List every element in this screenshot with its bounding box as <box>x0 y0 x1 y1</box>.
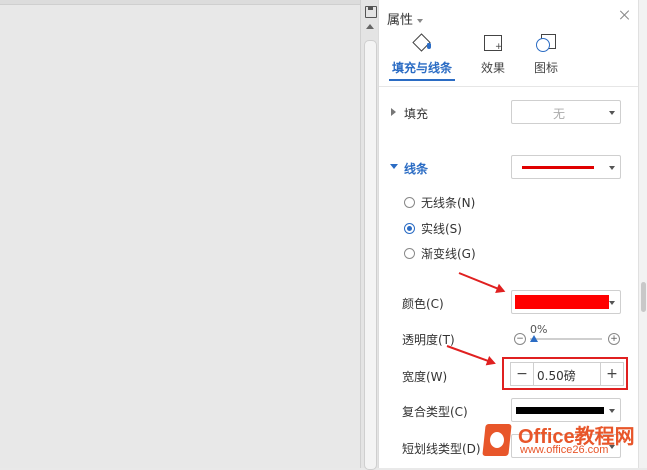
chevron-down-icon <box>609 111 615 115</box>
color-label: 颜色(C) <box>402 297 444 311</box>
tab-label: 效果 <box>480 61 505 75</box>
expand-right-icon[interactable] <box>391 108 396 116</box>
effect-icon: + <box>483 33 503 53</box>
chevron-down-icon <box>609 409 615 413</box>
color-dropdown[interactable] <box>511 290 621 314</box>
save-icon[interactable] <box>365 6 377 18</box>
watermark: Office教程网 www.office26.com <box>480 418 640 464</box>
annotation-arrow-icon <box>446 345 495 365</box>
fill-bucket-icon <box>412 33 431 53</box>
scroll-up-arrow-icon[interactable] <box>366 24 374 29</box>
radio-button[interactable] <box>404 223 415 234</box>
fill-value: 无 <box>552 107 565 121</box>
line-color-preview <box>522 166 594 169</box>
scrollbar-thumb[interactable] <box>641 282 646 312</box>
properties-panel: 属性 填充与线条 + 效果 图标 填充 无 线条 无线条(N) 实线(S) 渐变… <box>378 0 639 468</box>
expand-down-icon[interactable] <box>390 164 398 169</box>
panel-vertical-scrollbar[interactable] <box>638 0 647 468</box>
tab-divider <box>379 86 639 87</box>
tab-effect[interactable]: + 效果 <box>473 33 513 77</box>
radio-no-line[interactable]: 无线条(N) <box>404 194 475 211</box>
annotation-arrow-icon <box>458 272 504 292</box>
chevron-down-icon <box>609 301 615 305</box>
document-canvas <box>0 0 360 468</box>
transparency-slider[interactable]: − 0% + <box>514 323 622 349</box>
radio-solid-line[interactable]: 实线(S) <box>404 220 462 237</box>
tab-label: 图标 <box>533 61 558 75</box>
plus-icon[interactable]: + <box>608 333 620 345</box>
office-logo-icon <box>480 422 514 458</box>
compound-type-label: 复合类型(C) <box>402 405 468 419</box>
color-swatch <box>515 295 609 309</box>
annotation-highlight-box <box>502 357 628 390</box>
close-icon[interactable] <box>619 9 631 21</box>
chart-icon <box>536 33 556 53</box>
line-style-dropdown[interactable] <box>511 155 621 179</box>
fill-dropdown[interactable]: 无 <box>511 100 621 124</box>
panel-title[interactable]: 属性 <box>387 9 424 28</box>
tab-fill-and-line[interactable]: 填充与线条 <box>389 33 455 81</box>
line-section-label[interactable]: 线条 <box>404 160 428 177</box>
compound-line-preview <box>516 407 604 414</box>
chevron-down-icon <box>417 18 424 23</box>
watermark-url: www.office26.com <box>520 444 609 456</box>
slider-track[interactable] <box>530 338 602 340</box>
slider-handle[interactable] <box>530 335 538 342</box>
minus-icon[interactable]: − <box>514 333 526 345</box>
radio-gradient-line[interactable]: 渐变线(G) <box>404 245 476 262</box>
chevron-down-icon <box>609 166 615 170</box>
scrollbar-thumb[interactable] <box>364 40 377 470</box>
fill-section-label[interactable]: 填充 <box>404 105 428 122</box>
width-label: 宽度(W) <box>402 370 448 384</box>
tab-chart[interactable]: 图标 <box>526 33 566 77</box>
radio-button[interactable] <box>404 197 415 208</box>
radio-button[interactable] <box>404 248 415 259</box>
document-top-edge <box>0 0 360 5</box>
document-vertical-scrollbar[interactable] <box>360 0 379 470</box>
dash-type-label: 短划线类型(D) <box>402 442 481 456</box>
tab-label: 填充与线条 <box>391 61 452 75</box>
